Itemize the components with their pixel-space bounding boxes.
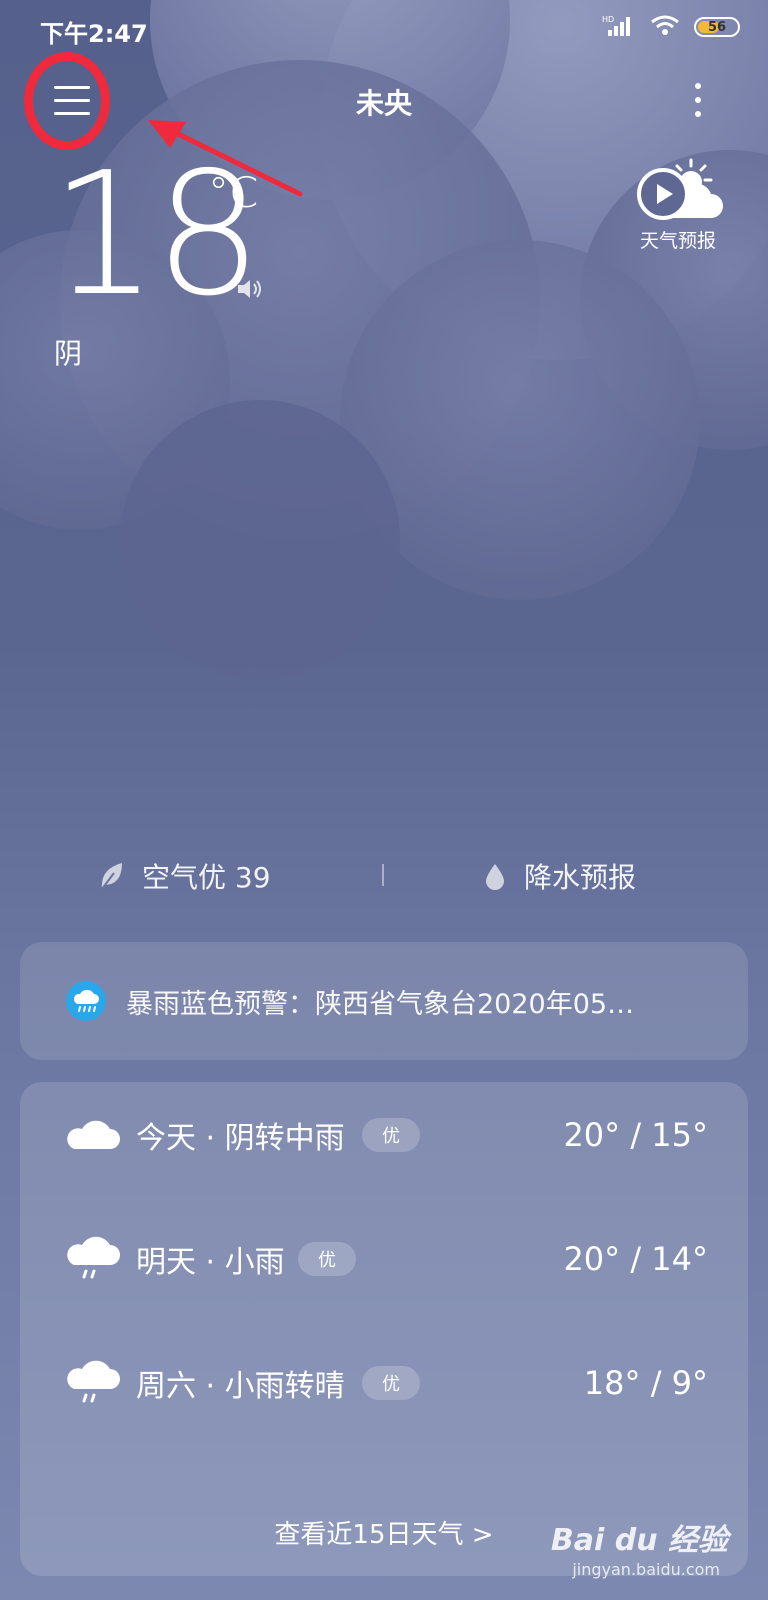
hamburger-icon	[54, 85, 90, 115]
forecast-temps: 20° / 15°	[563, 1116, 708, 1154]
forecast-video-label: 天气预报	[639, 230, 716, 252]
menu-button[interactable]	[22, 50, 122, 150]
water-drop-icon	[486, 864, 504, 890]
more-options-button[interactable]	[670, 72, 726, 128]
battery-level: 56	[707, 19, 727, 35]
alert-text: 暴雨蓝色预警：陕西省气象台2020年05…	[126, 988, 635, 1020]
forecast-temps: 20° / 14°	[563, 1240, 708, 1278]
watermark-logo: Bai du 经验	[550, 1523, 728, 1558]
battery-icon: 56	[694, 17, 740, 37]
air-quality-label: 空气优 39	[142, 861, 271, 894]
precipitation-forecast-button[interactable]: 降水预报	[484, 856, 636, 896]
daily-forecast-card: 今天 · 阴转中雨 优 20° / 15° 明天 · 小雨 优 20° / 14…	[20, 1082, 748, 1576]
aqi-badge: 优	[298, 1242, 356, 1276]
divider	[382, 864, 384, 886]
air-quality-button[interactable]: 空气优 39	[98, 856, 271, 896]
status-time: 下午2:47	[40, 20, 148, 48]
forecast-row-today[interactable]: 今天 · 阴转中雨 优 20° / 15°	[20, 1100, 748, 1170]
forecast-day-label: 今天 · 阴转中雨	[136, 1121, 345, 1156]
status-icons: HD 56	[602, 14, 740, 40]
forecast-row-tomorrow[interactable]: 明天 · 小雨 优 20° / 14°	[20, 1224, 748, 1294]
forecast-temps: 18° / 9°	[583, 1364, 708, 1402]
forecast-day-label: 明天 · 小雨	[136, 1245, 285, 1280]
dot	[695, 83, 701, 89]
light-rain-icon	[67, 1360, 120, 1403]
dot	[695, 111, 701, 117]
watermark-url: jingyan.baidu.com	[572, 1560, 720, 1579]
cloud-icon	[67, 1120, 120, 1149]
leaf-icon	[101, 863, 122, 890]
precipitation-label: 降水预报	[524, 861, 637, 894]
signal-icon: HD	[602, 14, 636, 40]
light-rain-icon	[67, 1236, 120, 1279]
wifi-icon	[650, 14, 680, 40]
info-row: 空气优 39 降水预报	[0, 856, 768, 900]
dot	[695, 97, 701, 103]
temperature-unit: °C	[208, 168, 259, 217]
aqi-badge: 优	[362, 1118, 420, 1152]
play-sun-cloud-icon	[637, 158, 723, 220]
weather-alert-card[interactable]: 暴雨蓝色预警：陕西省气象台2020年05…	[20, 942, 748, 1060]
forecast-row-saturday[interactable]: 周六 · 小雨转晴 优 18° / 9°	[20, 1348, 748, 1418]
forecast-day-label: 周六 · 小雨转晴	[136, 1369, 345, 1404]
weather-condition: 阴	[54, 337, 83, 370]
weather-forecast-video-button[interactable]: 天气预报	[628, 156, 728, 256]
aqi-badge: 优	[362, 1366, 420, 1400]
speaker-icon[interactable]	[236, 278, 264, 300]
network-label: HD	[602, 15, 614, 24]
rain-alert-icon	[66, 981, 106, 1021]
